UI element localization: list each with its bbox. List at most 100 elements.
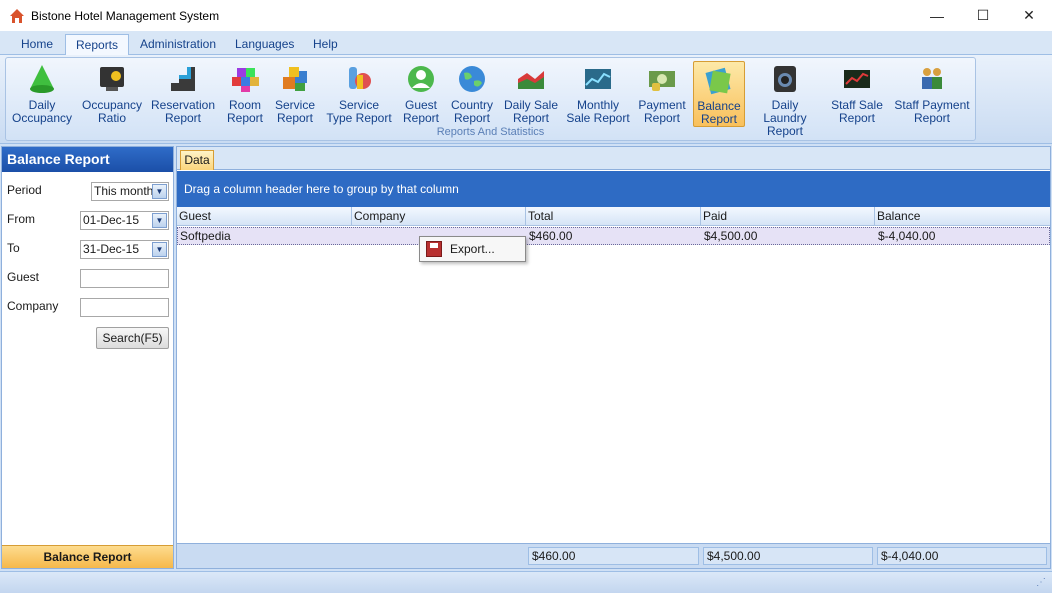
guest-report-button[interactable]: Guest Report — [399, 61, 443, 127]
close-button[interactable]: ✕ — [1006, 0, 1052, 31]
floppy-disk-icon — [426, 241, 442, 257]
boxes-icon — [279, 63, 311, 95]
resize-grip-icon[interactable]: ⋰ — [1036, 577, 1050, 591]
search-button[interactable]: Search(F5) — [96, 327, 169, 349]
ribbon-label-line2: Report — [402, 111, 440, 125]
cubes-icon — [229, 63, 261, 95]
payment-report-button[interactable]: Payment Report — [635, 61, 689, 127]
ribbon-label-line2: Report — [453, 111, 491, 125]
column-header-company[interactable]: Company — [352, 207, 526, 226]
data-tab-strip: Data — [177, 147, 1050, 170]
table-row[interactable]: Softpedia $460.00 $4,500.00 $-4,040.00 — [177, 227, 1050, 245]
ribbon-label-line2: Report — [643, 111, 681, 125]
service-type-report-button[interactable]: Service Type Report — [322, 61, 396, 127]
country-report-button[interactable]: Country Report — [447, 61, 497, 127]
maximize-button[interactable]: ☐ — [960, 0, 1006, 31]
cell-guest: Softpedia — [180, 229, 231, 243]
menu-bar: Home Reports Administration Languages He… — [0, 31, 1052, 55]
period-label: Period — [7, 183, 42, 197]
from-date-value: 01-Dec-15 — [83, 213, 140, 227]
ribbon: Daily Occupancy Occupancy Ratio Reservat… — [0, 55, 1052, 144]
staff-payment-report-button[interactable]: Staff Payment Report — [893, 61, 971, 127]
cell-balance: $-4,040.00 — [878, 229, 936, 243]
filter-panel: Balance Report Period This month ▼ From … — [1, 146, 174, 569]
tab-reports[interactable]: Reports — [65, 34, 130, 55]
period-value: This month — [94, 184, 154, 198]
company-input[interactable] — [80, 298, 169, 317]
daily-laundry-report-button[interactable]: Daily Laundry Report — [749, 61, 821, 138]
company-label: Company — [7, 299, 59, 313]
summary-paid: $4,500.00 — [703, 547, 873, 565]
stairs-icon — [167, 63, 199, 95]
occupancy-ratio-button[interactable]: Occupancy Ratio — [79, 61, 145, 127]
balance-report-button[interactable]: Balance Report — [693, 61, 745, 127]
column-header-total[interactable]: Total — [526, 207, 701, 226]
export-menu-item[interactable]: Export... — [422, 239, 523, 259]
washer-icon — [769, 63, 801, 95]
filter-panel-title: Balance Report — [2, 147, 173, 172]
title-bar: Bistone Hotel Management System — ☐ ✕ — [0, 0, 1052, 31]
guest-label: Guest — [7, 270, 40, 284]
chevron-down-icon[interactable]: ▼ — [152, 213, 167, 228]
column-header-paid[interactable]: Paid — [701, 207, 875, 226]
daily-sale-report-button[interactable]: Daily Sale Report — [501, 61, 561, 127]
ribbon-label-line2: Occupancy — [11, 111, 73, 125]
status-bar: ⋰ — [0, 571, 1052, 593]
cell-total: $460.00 — [529, 229, 573, 243]
to-date-value: 31-Dec-15 — [83, 242, 140, 256]
balance-report-nav-button[interactable]: Balance Report — [2, 545, 173, 568]
ribbon-label-line2: Report — [700, 112, 738, 126]
cone-icon — [26, 63, 58, 95]
ribbon-label-line1: Daily Laundry — [763, 98, 807, 125]
summary-total: $460.00 — [528, 547, 699, 565]
toolbox-icon — [343, 63, 375, 95]
tab-data[interactable]: Data — [180, 150, 214, 170]
cell-paid: $4,500.00 — [704, 229, 758, 243]
summary-row: $460.00 $4,500.00 $-4,040.00 — [177, 543, 1050, 568]
monthly-sale-report-button[interactable]: Monthly Sale Report — [565, 61, 631, 127]
room-report-button[interactable]: Room Report — [221, 61, 269, 127]
guest-input[interactable] — [80, 269, 169, 288]
house-icon — [9, 8, 25, 24]
reservation-report-button[interactable]: Reservation Report — [149, 61, 217, 127]
tab-administration[interactable]: Administration — [130, 34, 226, 55]
staff-sale-report-button[interactable]: Staff Sale Report — [825, 61, 889, 127]
minimize-button[interactable]: — — [914, 0, 960, 31]
from-label: From — [7, 212, 35, 226]
chevron-down-icon[interactable]: ▼ — [152, 242, 167, 257]
monitor-chart-icon — [96, 63, 128, 95]
tab-languages[interactable]: Languages — [225, 34, 304, 55]
from-date-picker[interactable]: 01-Dec-15 ▼ — [80, 211, 169, 230]
to-date-picker[interactable]: 31-Dec-15 ▼ — [80, 240, 169, 259]
ribbon-label-line2: Report — [838, 111, 876, 125]
window-title: Bistone Hotel Management System — [31, 8, 220, 23]
context-menu: Export... — [419, 236, 526, 262]
chevron-down-icon[interactable]: ▼ — [152, 184, 167, 199]
ribbon-label-line2: Sale Report — [566, 111, 630, 125]
ribbon-label-line2: Type Report — [326, 111, 392, 125]
balance-icon — [703, 64, 735, 96]
ribbon-label-line2: Report — [913, 111, 951, 125]
column-header-balance[interactable]: Balance — [875, 207, 1050, 226]
ribbon-label-line2: Report — [276, 111, 314, 125]
to-label: To — [7, 241, 20, 255]
group-by-panel[interactable]: Drag a column header here to group by th… — [177, 171, 1050, 207]
ribbon-label-line2: Ratio — [97, 111, 126, 125]
daily-occupancy-button[interactable]: Daily Occupancy — [9, 61, 75, 127]
ribbon-group-label: Reports And Statistics — [436, 126, 545, 138]
reports-ribbon-group: Daily Occupancy Occupancy Ratio Reservat… — [5, 57, 976, 141]
tab-help[interactable]: Help — [303, 34, 348, 55]
staff-money-icon — [916, 63, 948, 95]
money-icon — [646, 63, 678, 95]
grid-header: Guest Company Total Paid Balance — [177, 207, 1050, 226]
ribbon-label-line2: Report — [226, 111, 264, 125]
line-chart-icon — [582, 63, 614, 95]
column-header-guest[interactable]: Guest — [177, 207, 352, 226]
service-report-button[interactable]: Service Report — [272, 61, 318, 127]
stock-chart-icon — [841, 63, 873, 95]
area-chart-icon — [515, 63, 547, 95]
tab-home[interactable]: Home — [11, 34, 63, 55]
period-select[interactable]: This month ▼ — [91, 182, 169, 201]
data-grid-panel: Data Drag a column header here to group … — [176, 146, 1051, 569]
summary-balance: $-4,040.00 — [877, 547, 1047, 565]
